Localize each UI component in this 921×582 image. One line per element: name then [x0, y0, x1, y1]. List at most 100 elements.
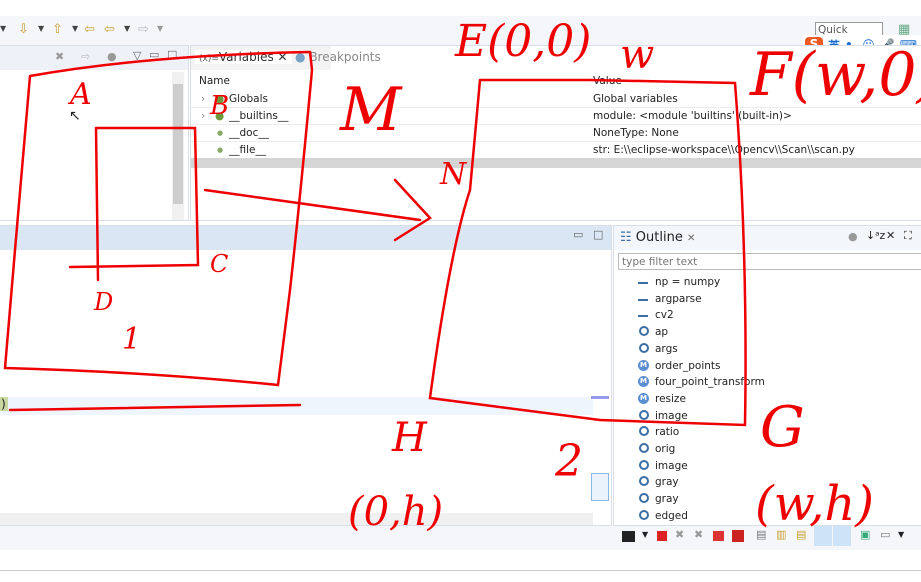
step-into-icon[interactable]: ⇩	[18, 22, 29, 37]
variable-name: __file__	[229, 144, 266, 156]
expand-all-icon[interactable]: ⛶	[904, 229, 912, 243]
minimize-icon[interactable]: ▭	[573, 228, 583, 241]
connect-icon[interactable]: ⇨	[81, 50, 90, 63]
annotation-c: C	[210, 250, 229, 278]
outline-tabbar: ☷ Outline ✕ ● ↓ᵃz ✕ ⛶	[614, 226, 921, 250]
filter-icon[interactable]: ●	[848, 230, 858, 243]
annotation-d: D	[94, 288, 114, 316]
outline-item[interactable]: image	[638, 458, 688, 474]
method-icon: M	[638, 392, 649, 404]
outline-item[interactable]: ratio	[638, 424, 679, 440]
outline-item[interactable]: Morder_points	[638, 358, 721, 374]
dropdown-icon[interactable]: ▼	[72, 24, 78, 33]
annotation-m: M	[340, 75, 402, 145]
maximize-icon[interactable]: □	[593, 228, 603, 241]
stop-all-icon[interactable]	[732, 530, 744, 542]
outline-item[interactable]: gray	[638, 491, 679, 507]
annotation-g: G	[760, 395, 805, 460]
forward-icon[interactable]: ⇨	[138, 22, 149, 37]
overview-viewport[interactable]	[591, 473, 609, 501]
outline-item[interactable]: gray	[638, 474, 679, 490]
collapse-all-icon[interactable]: ✕	[886, 229, 895, 242]
console-icon[interactable]	[622, 531, 635, 542]
outline-item-label: four_point_transform	[655, 376, 765, 389]
remove-terminated-icon[interactable]: ✖	[55, 50, 64, 63]
variable-name: __builtins__	[229, 110, 289, 122]
variable-name: __doc__	[229, 127, 269, 139]
expand-chevron-icon[interactable]: ›	[201, 91, 205, 108]
dropdown-icon[interactable]: ▼	[642, 530, 648, 539]
dropdown-icon[interactable]: ▼	[38, 24, 44, 33]
dropdown-icon[interactable]: ▼	[157, 24, 163, 33]
method-icon: M	[638, 359, 649, 371]
scrollbar-thumb[interactable]	[173, 84, 183, 204]
outline-item[interactable]: args	[638, 341, 678, 357]
import-icon	[638, 282, 648, 284]
code-text[interactable]: )	[0, 397, 9, 411]
variable-icon	[639, 409, 649, 420]
column-name[interactable]: Name	[199, 73, 230, 90]
annotation-g-coord: (w,h)	[755, 476, 875, 532]
step-return-icon[interactable]: ⇧	[52, 22, 63, 37]
annotation-f: F(w,0)	[750, 40, 921, 110]
annotation-b: B	[210, 91, 230, 121]
annotation-one: 1	[122, 322, 142, 357]
variable-icon	[639, 342, 649, 353]
status-divider	[0, 570, 921, 571]
terminate-icon[interactable]	[657, 531, 667, 541]
variable-row[interactable]: › ● __builtins__ module: <module 'builtins'…	[191, 108, 921, 125]
expand-chevron-icon[interactable]: ›	[201, 108, 205, 125]
vertical-scrollbar[interactable]	[172, 72, 184, 220]
tab-breakpoints[interactable]: ● Breakpoints	[295, 50, 381, 64]
variable-value: module: <module 'builtins' (built-in)>	[593, 110, 792, 122]
import-icon	[638, 315, 648, 318]
variable-value: Global variables	[593, 93, 678, 105]
sort-icon[interactable]: ↓ᵃz	[866, 229, 885, 242]
annotation-e: E(0,0)	[455, 16, 592, 67]
debug-tabbar: ✖ ⇨ ● ▽ ▭ □	[0, 46, 188, 70]
outline-item[interactable]: np = numpy	[638, 274, 720, 290]
variable-icon: ●	[217, 146, 224, 154]
outline-item[interactable]: ap	[638, 324, 668, 340]
outline-item[interactable]: Mresize	[638, 391, 686, 407]
display-console-icon[interactable]: ▭	[880, 528, 890, 541]
dropdown-icon[interactable]: ▼	[898, 530, 904, 539]
variable-value: NoneType: None	[593, 127, 679, 139]
maximize-icon[interactable]: □	[167, 48, 177, 61]
annotation-w: w	[620, 32, 655, 78]
outline-item[interactable]: cv2	[638, 307, 674, 323]
view-menu-icon[interactable]: ▽	[133, 49, 141, 62]
minimize-icon[interactable]: ▭	[149, 48, 159, 61]
debug-panel: ✖ ⇨ ● ▽ ▭ □ ↖	[0, 45, 189, 221]
editor-tabbar: ▭ □	[0, 226, 611, 250]
current-line-highlight: )	[0, 397, 593, 415]
variable-icon	[639, 509, 649, 520]
horizontal-scrollbar[interactable]	[0, 513, 593, 525]
remove-launch-icon[interactable]: ✖	[675, 528, 684, 541]
outline-item[interactable]: argparse	[638, 291, 702, 307]
variable-row[interactable]: ● __doc__ NoneType: None	[191, 125, 921, 142]
annotation-two: 2	[555, 436, 583, 487]
annotation-n: N	[440, 157, 467, 192]
overview-marker[interactable]	[591, 396, 609, 399]
remove-all-icon[interactable]: ✖	[694, 528, 703, 541]
outline-item[interactable]: image	[638, 408, 688, 424]
variable-icon: ●	[217, 129, 224, 137]
back-edit-icon[interactable]: ⇦	[84, 22, 95, 37]
outline-item[interactable]: Mfour_point_transform	[638, 374, 765, 390]
outline-icon: ☷	[620, 230, 632, 245]
tab-variables[interactable]: (x)=Variables ✕	[195, 50, 292, 64]
disconnect-icon[interactable]	[713, 531, 724, 541]
horizontal-scrollbar[interactable]	[191, 158, 921, 168]
column-value[interactable]: Value	[593, 73, 622, 90]
tab-outline[interactable]: ☷ Outline ✕	[620, 230, 695, 245]
back-icon[interactable]: ⇦	[104, 22, 115, 37]
variable-row[interactable]: ● __file__ str: E:\\eclipse-workspace\\Ope…	[191, 142, 921, 159]
dropdown-icon[interactable]: ▼	[124, 24, 130, 33]
outline-item[interactable]: edged	[638, 508, 688, 524]
dropdown-icon[interactable]: ▼	[0, 24, 6, 33]
threads-icon[interactable]: ●	[107, 50, 117, 63]
annotation-a: A	[70, 77, 92, 112]
outline-item[interactable]: orig	[638, 441, 675, 457]
outline-filter-input[interactable]	[618, 253, 921, 270]
